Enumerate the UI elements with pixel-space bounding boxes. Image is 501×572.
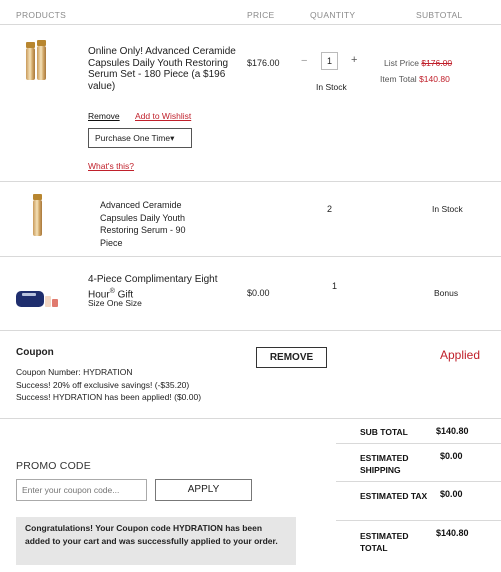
item-total: Item Total $140.80 [380, 74, 450, 84]
product-image-serum-90[interactable] [30, 194, 46, 242]
item2-quantity: 2 [327, 204, 333, 214]
subtotal-label: SUB TOTAL [360, 427, 408, 437]
quantity-decrease-button[interactable]: − [301, 55, 307, 67]
item3-price: $0.00 [247, 288, 270, 298]
summary-divider-0 [336, 418, 501, 419]
header-quantity: QUANTITY [310, 10, 356, 20]
product-name-serum-90[interactable]: Advanced Ceramide Capsules Daily Youth R… [100, 199, 210, 249]
total-label: ESTIMATED TOTAL [360, 531, 409, 553]
gift-name-part1: 4-Piece Complimentary Eight Hour [88, 274, 218, 300]
header-subtotal: SUBTOTAL [416, 10, 463, 20]
item3-quantity: 1 [332, 281, 338, 291]
list-price: List Price $176.00 [384, 58, 452, 68]
whats-this-link[interactable]: What's this? [88, 161, 134, 171]
coupon-success-2: Success! HYDRATION has been applied! ($0… [16, 392, 202, 402]
apply-promo-button[interactable]: APPLY [155, 479, 252, 501]
header-divider [0, 24, 501, 25]
item2-stock-status: In Stock [432, 204, 463, 214]
promo-success-message: Congratulations! Your Coupon code HYDRAT… [16, 517, 296, 565]
promo-code-input[interactable] [16, 479, 147, 501]
coupon-number: Coupon Number: HYDRATION [16, 367, 133, 377]
add-to-wishlist-link[interactable]: Add to Wishlist [135, 111, 191, 121]
row-divider-2 [0, 256, 501, 257]
header-products: PRODUCTS [16, 10, 67, 20]
subtotal-value: $140.80 [436, 426, 469, 436]
product-image-serum-set[interactable] [22, 40, 52, 88]
remove-coupon-button[interactable]: REMOVE [256, 347, 327, 368]
coupon-details: Coupon Number: HYDRATION Success! 20% of… [16, 366, 201, 404]
coupon-status: Applied [440, 348, 481, 362]
item3-size: Size One Size [88, 298, 142, 308]
coupon-title: Coupon [16, 347, 54, 358]
shipping-label: ESTIMATED SHIPPING [360, 453, 409, 475]
dropdown-arrow-icon: ▾ [170, 133, 175, 143]
header-price: PRICE [247, 10, 275, 20]
product-image-gift-set[interactable] [14, 287, 62, 313]
promo-code-title: PROMO CODE [16, 460, 91, 472]
quantity-increase-button[interactable]: + [351, 54, 357, 66]
total-value: $140.80 [436, 528, 469, 538]
item1-stock-status: In Stock [316, 82, 347, 92]
product-name-serum-set[interactable]: Online Only! Advanced Ceramide Capsules … [88, 46, 238, 92]
list-price-value: $176.00 [421, 58, 453, 68]
shipping-value: $0.00 [440, 451, 463, 461]
purchase-option-value: Purchase One Time [95, 133, 171, 143]
item-total-label: Item Total [380, 74, 417, 84]
coupon-success-1: Success! 20% off exclusive savings! (-$3… [16, 379, 190, 390]
item-total-value: $140.80 [419, 74, 450, 84]
product-name-gift-set[interactable]: 4-Piece Complimentary Eight Hour® Gift [88, 274, 238, 300]
row-divider-1 [0, 181, 501, 182]
tax-value: $0.00 [440, 489, 463, 499]
remove-link[interactable]: Remove [88, 111, 120, 121]
tax-label: ESTIMATED TAX [360, 491, 428, 501]
item3-status: Bonus [434, 288, 459, 298]
quantity-input[interactable]: 1 [321, 52, 338, 70]
summary-divider-1 [336, 443, 501, 444]
summary-divider-3 [336, 520, 501, 521]
summary-divider-2 [336, 481, 501, 482]
purchase-option-select[interactable]: Purchase One Time▾ [88, 128, 192, 148]
list-price-label: List Price [384, 58, 419, 68]
item1-price: $176.00 [247, 58, 280, 68]
row-divider-3 [0, 330, 501, 331]
